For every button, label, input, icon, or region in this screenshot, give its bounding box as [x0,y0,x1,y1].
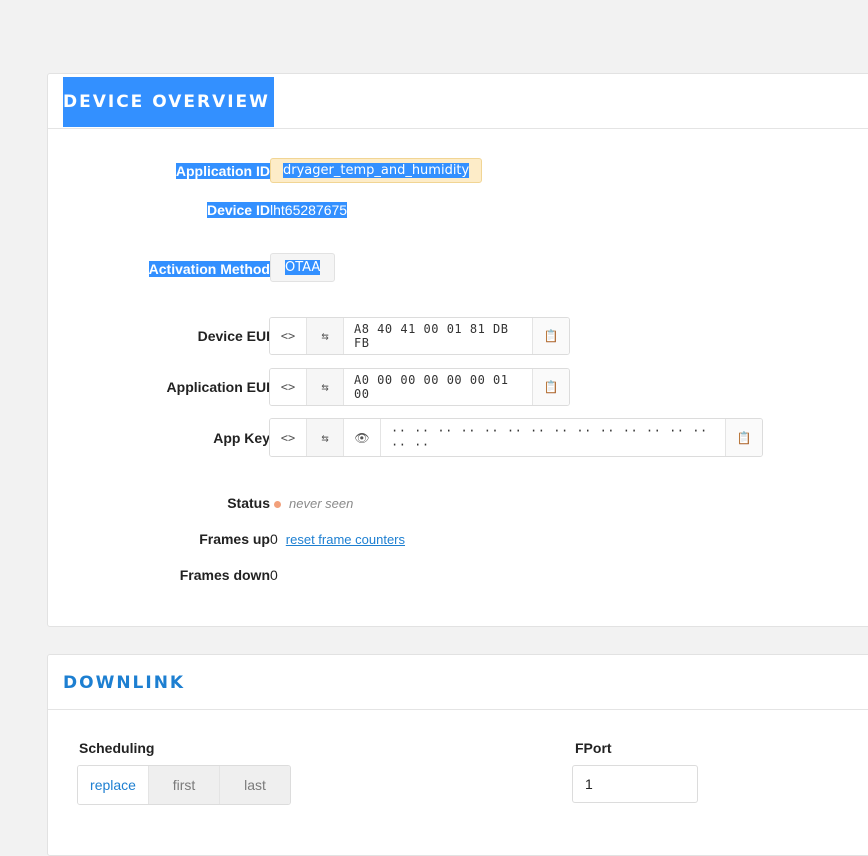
status-label: Status [227,495,270,511]
scheduling-option-first[interactable]: first [149,766,220,804]
device-overview-title: DEVICE OVERVIEW [63,77,274,127]
status-value: never seen [289,496,354,511]
scheduling-label: Scheduling [79,740,155,756]
scheduling-segmented-control: replace first last [77,765,291,805]
status-dot-icon [274,500,281,508]
application-eui-label: Application EUI [166,379,270,395]
swap-byte-order-icon[interactable]: ⇆ [307,419,344,456]
toggle-format-icon[interactable]: <> [270,419,307,456]
swap-byte-order-icon[interactable]: ⇆ [307,318,344,354]
device-id-value: lht65287675 [270,202,348,218]
frames-down-value: 0 [270,567,278,583]
device-eui-field: <> ⇆ A8 40 41 00 01 81 DB FB 📋 [269,317,570,355]
application-eui-value[interactable]: A0 00 00 00 00 00 01 00 [344,369,533,405]
frames-down-label: Frames down [179,567,270,583]
application-eui-field: <> ⇆ A0 00 00 00 00 00 01 00 📋 [269,368,570,406]
app-key-field: <> ⇆ 👁 ·· ·· ·· ·· ·· ·· ·· ·· ·· ·· ·· … [269,418,763,457]
reset-frame-counters-link[interactable]: reset frame counters [286,532,405,547]
device-overview-header: DEVICE OVERVIEW [48,74,868,129]
copy-icon[interactable]: 📋 [533,318,569,354]
app-key-value[interactable]: ·· ·· ·· ·· ·· ·· ·· ·· ·· ·· ·· ·· ·· ·… [381,419,726,456]
device-id-label: Device ID [206,202,270,218]
device-eui-label: Device EUI [197,328,270,344]
copy-icon[interactable]: 📋 [726,419,762,456]
activation-method-value: OTAA [270,253,336,282]
application-id-label: Application ID [175,163,270,179]
reveal-eye-icon[interactable]: 👁 [344,419,381,456]
frames-up-value: 0 [270,531,278,547]
device-eui-value[interactable]: A8 40 41 00 01 81 DB FB [344,318,533,354]
fport-input[interactable]: 1 [572,765,698,803]
device-overview-card: DEVICE OVERVIEW Application ID dryager_t… [47,73,868,627]
application-id-value[interactable]: dryager_temp_and_humidity [270,158,483,183]
downlink-header: DOWNLINK [48,655,868,710]
toggle-format-icon[interactable]: <> [270,318,307,354]
copy-icon[interactable]: 📋 [533,369,569,405]
app-key-label: App Key [213,430,270,446]
fport-label: FPort [575,740,612,756]
toggle-format-icon[interactable]: <> [270,369,307,405]
downlink-title: DOWNLINK [63,673,186,693]
swap-byte-order-icon[interactable]: ⇆ [307,369,344,405]
scheduling-option-last[interactable]: last [220,766,290,804]
scheduling-option-replace[interactable]: replace [78,766,149,804]
downlink-card: DOWNLINK Scheduling replace first last F… [47,654,868,856]
frames-up-label: Frames up [199,531,270,547]
activation-method-label: Activation Method [148,261,270,277]
